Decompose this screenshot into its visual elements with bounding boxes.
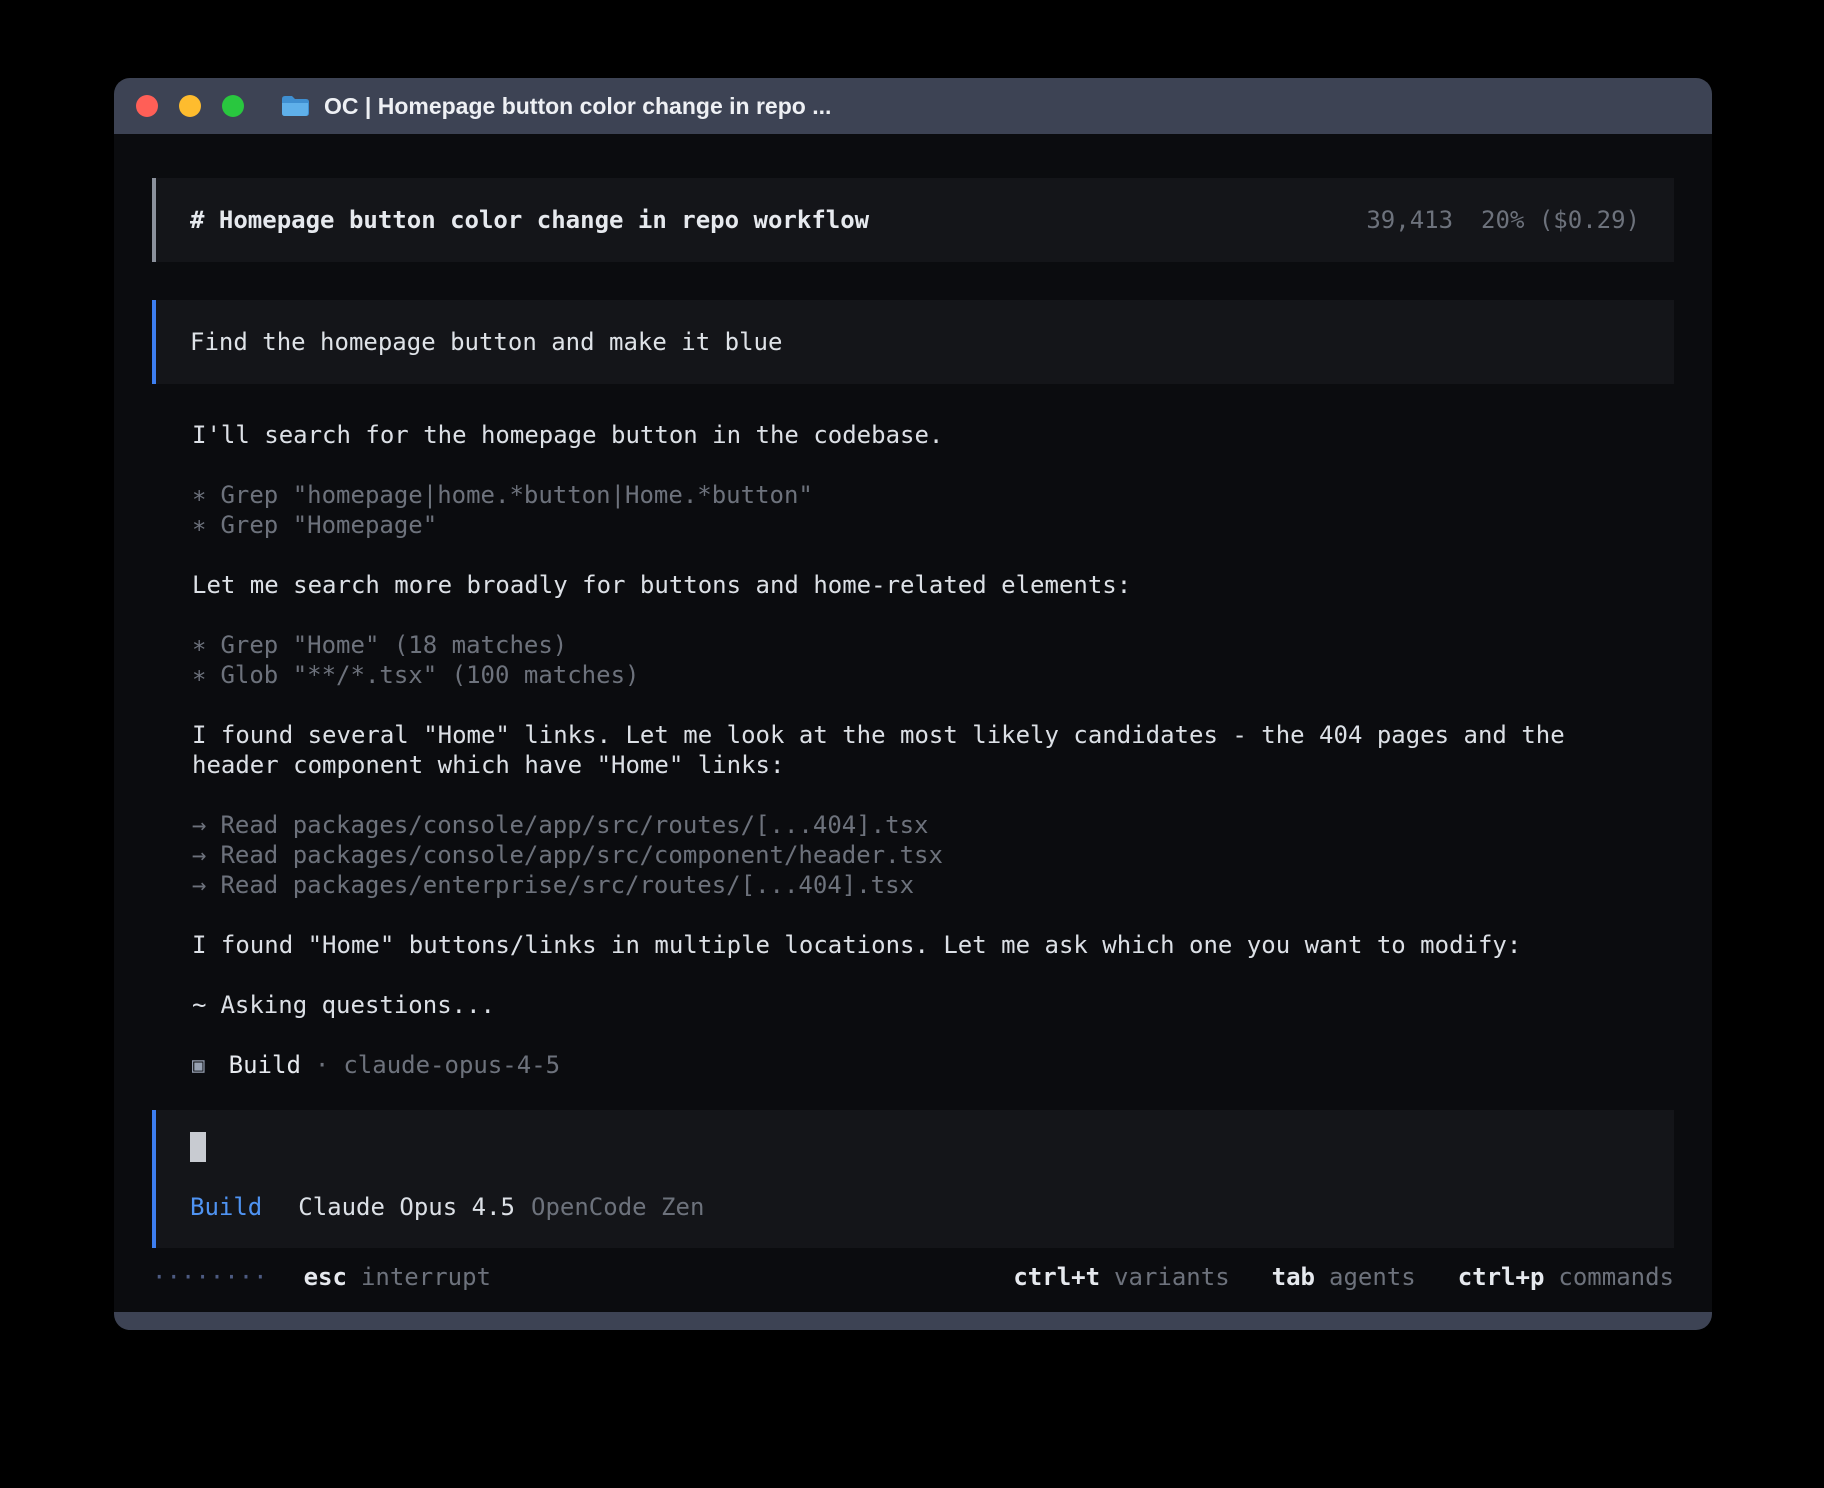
tool-bullet-icon: ∗ [192,661,206,689]
esc-key-label: esc [304,1262,347,1292]
tool-call-line: ∗ Grep "Homepage" [192,510,1674,540]
title-group: OC | Homepage button color change in rep… [280,78,831,134]
arrow-right-icon: → [192,811,206,839]
tool-bullet-icon: ∗ [192,481,206,509]
minimize-button[interactable] [179,95,201,117]
model-label: Claude Opus 4.5 [298,1193,515,1221]
tool-call-text: Grep "Home" (18 matches) [220,631,567,659]
tool-call-line: ∗ Glob "**/*.tsx" (100 matches) [192,660,1674,690]
titlebar: OC | Homepage button color change in rep… [114,78,1712,134]
commands-label: commands [1558,1262,1674,1292]
traffic-lights [136,78,244,134]
folder-icon [280,94,310,118]
arrow-right-icon: → [192,841,206,869]
read-line: → Read packages/console/app/src/routes/[.… [192,810,1674,840]
tool-call-line: ∗ Grep "homepage|home.*button|Home.*butto… [192,480,1674,510]
ctrl-t-key-label: ctrl+t [1013,1262,1100,1292]
close-button[interactable] [136,95,158,117]
read-line: → Read packages/enterprise/src/routes/[..… [192,870,1674,900]
tool-call-group: ∗ Grep "homepage|home.*button|Home.*butto… [192,480,1674,540]
terminal-window: OC | Homepage button color change in rep… [114,78,1712,1330]
user-message: Find the homepage button and make it blu… [152,300,1674,384]
tilde-icon: ~ [192,991,206,1019]
interrupt-label: interrupt [361,1262,491,1292]
read-call-group: → Read packages/console/app/src/routes/[.… [192,810,1674,900]
tool-call-text: Glob "**/*.tsx" (100 matches) [220,661,639,689]
activity-status-text: Asking questions... [220,991,495,1019]
agent-icon: ▣ [192,1050,205,1080]
token-count: 39,413 [1366,206,1453,234]
assistant-text: I found "Home" buttons/links in multiple… [192,930,1582,960]
tab-key-label: tab [1272,1262,1315,1292]
agent-separator: · [315,1050,329,1080]
assistant-text: Let me search more broadly for buttons a… [192,570,1582,600]
context-usage: 20% ($0.29) [1481,206,1640,234]
session-header: # Homepage button color change in repo w… [152,178,1674,262]
statusbar-right: ctrl+t variants tab agents ctrl+p comman… [1013,1262,1674,1292]
window-title: OC | Homepage button color change in rep… [324,93,831,120]
hint-agents: tab agents [1272,1262,1416,1292]
zoom-button[interactable] [222,95,244,117]
session-title: # Homepage button color change in repo w… [190,205,869,235]
hint-commands: ctrl+p commands [1458,1262,1674,1292]
tool-call-text: Grep "Homepage" [220,511,437,539]
tool-call-line: ∗ Grep "Home" (18 matches) [192,630,1674,660]
tool-call-group: ∗ Grep "Home" (18 matches) ∗ Glob "**/*.ts… [192,630,1674,690]
read-line: → Read packages/console/app/src/component… [192,840,1674,870]
spinner-dots: ········ [152,1262,268,1292]
agents-label: agents [1329,1262,1416,1292]
assistant-transcript: I'll search for the homepage button in t… [192,420,1674,1080]
tool-call-text: Grep "homepage|home.*button|Home.*button… [220,481,812,509]
assistant-text: I'll search for the homepage button in t… [192,420,1582,450]
input-meta: Build Claude Opus 4.5 OpenCode Zen [190,1192,1640,1222]
terminal-content: # Homepage button color change in repo w… [114,134,1712,1312]
agent-status-row: ▣ Build · claude-opus-4-5 [192,1050,1674,1080]
variants-label: variants [1114,1262,1230,1292]
arrow-right-icon: → [192,871,206,899]
tool-bullet-icon: ∗ [192,511,206,539]
provider-label: OpenCode Zen [531,1193,704,1221]
read-text: Read packages/console/app/src/component/… [220,841,942,869]
agent-model: claude-opus-4-5 [343,1050,560,1080]
agent-name: Build [229,1050,301,1080]
user-message-text: Find the homepage button and make it blu… [190,328,782,356]
text-cursor [190,1132,206,1162]
read-text: Read packages/enterprise/src/routes/[...… [220,871,914,899]
activity-status-line: ~ Asking questions... [192,990,1674,1020]
prompt-input[interactable]: Build Claude Opus 4.5 OpenCode Zen [152,1110,1674,1248]
assistant-text: I found several "Home" links. Let me loo… [192,720,1582,780]
read-text: Read packages/console/app/src/routes/[..… [220,811,928,839]
statusbar: ········ esc interrupt ctrl+t variants t… [152,1262,1674,1292]
tool-bullet-icon: ∗ [192,631,206,659]
hint-interrupt: esc interrupt [304,1262,491,1292]
hint-variants: ctrl+t variants [1013,1262,1229,1292]
ctrl-p-key-label: ctrl+p [1458,1262,1545,1292]
session-stats: 39,413 20% ($0.29) [1366,205,1640,235]
mode-label: Build [190,1193,262,1221]
